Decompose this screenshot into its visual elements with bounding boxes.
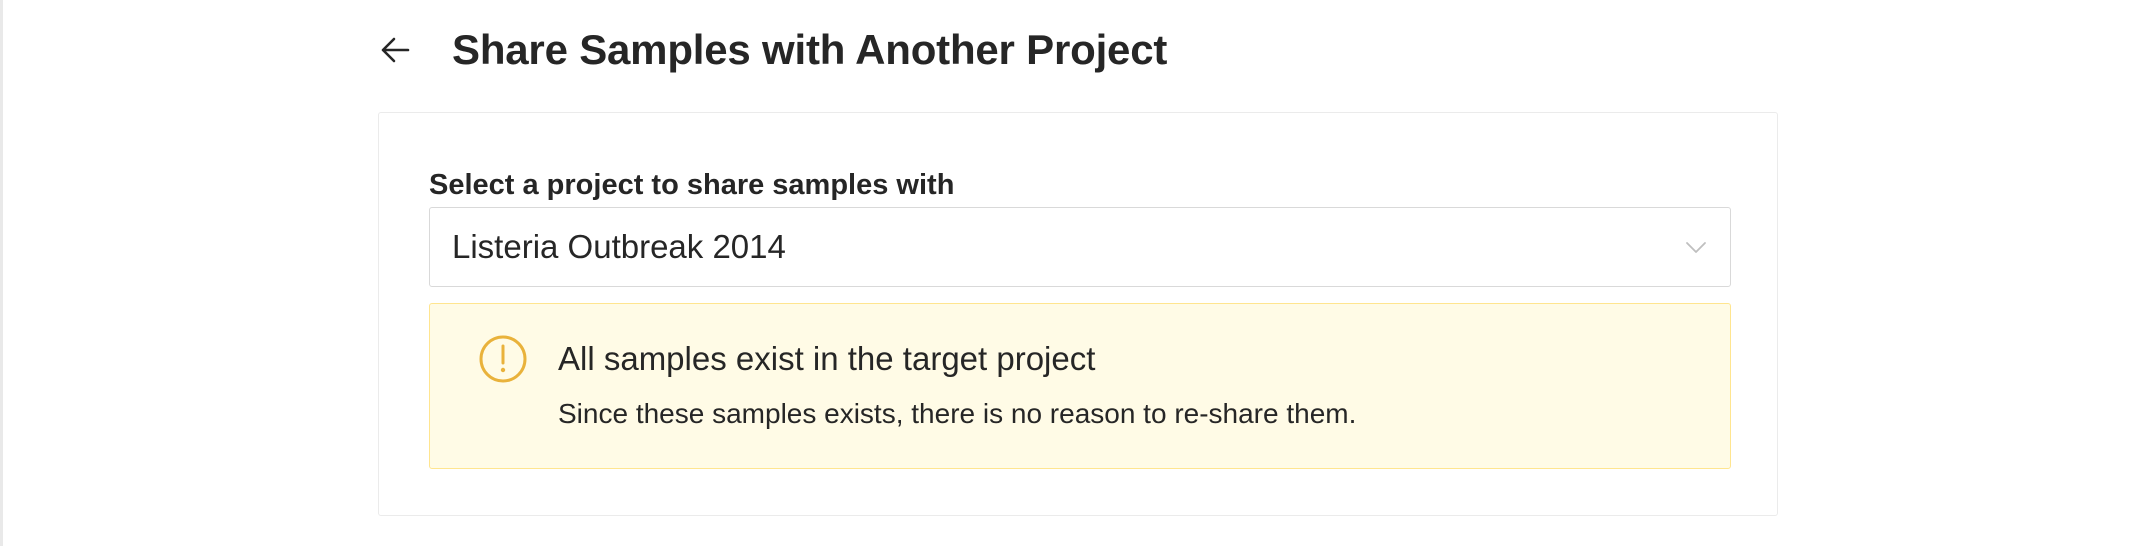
page-title: Share Samples with Another Project (452, 26, 1168, 73)
project-select-label: Select a project to share samples with (429, 169, 955, 201)
project-select[interactable]: Listeria Outbreak 2014 (429, 207, 1731, 287)
project-select-value: Listeria Outbreak 2014 (452, 228, 786, 265)
alert-title: All samples exist in the target project (558, 340, 1096, 377)
arrow-left-icon (381, 37, 410, 63)
warning-alert: All samples exist in the target project … (429, 303, 1731, 469)
page-header: Share Samples with Another Project (378, 22, 1167, 78)
share-form-card: Select a project to share samples with L… (378, 112, 1778, 516)
alert-description: Since these samples exists, there is no … (558, 398, 1357, 429)
exclamation-circle-icon (479, 335, 527, 383)
back-button[interactable] (378, 33, 412, 67)
chevron-down-icon (1684, 235, 1708, 259)
page-left-border (0, 0, 3, 546)
